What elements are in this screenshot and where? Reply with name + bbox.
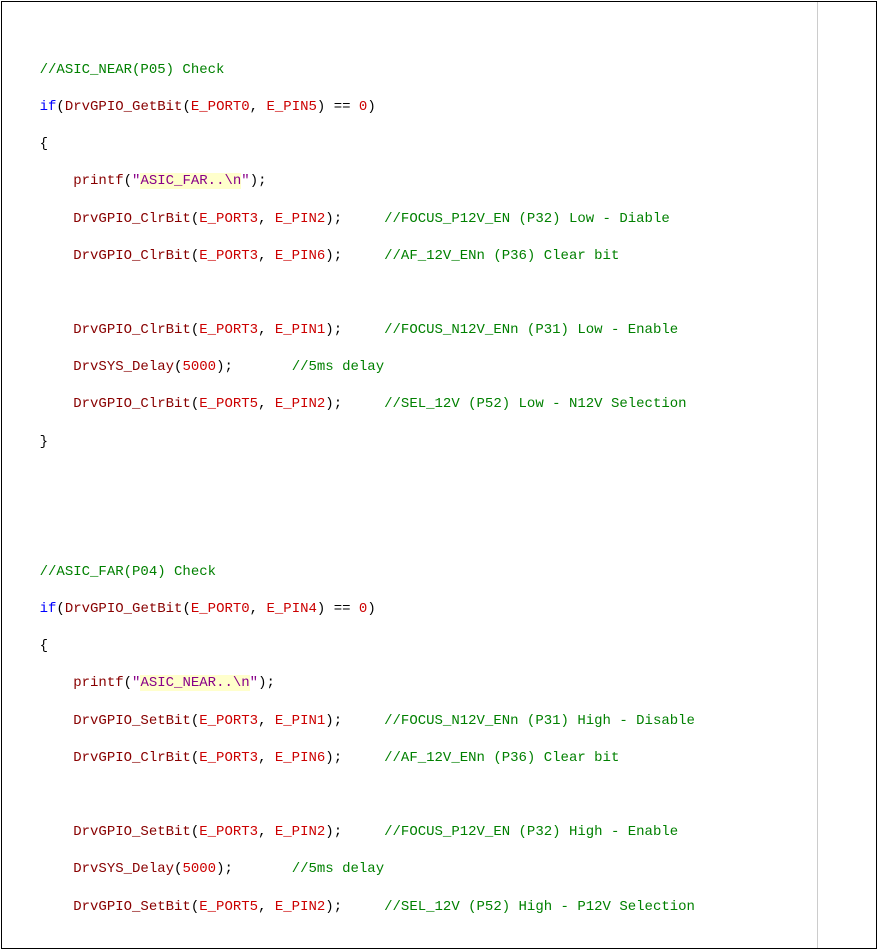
code-line: DrvGPIO_SetBit(E_PORT3, E_PIN2); //FOCUS…: [6, 823, 876, 842]
code-line: [6, 507, 876, 526]
code-line: //ASIC_FAR(P04) Check: [6, 563, 876, 582]
arg: E_PIN5: [266, 99, 316, 115]
string-literal: ASIC_FAR..\n: [140, 173, 241, 189]
comment: //SEL_12V (P52) Low - N12V Selection: [384, 396, 686, 412]
print-margin-ruler: [817, 2, 818, 948]
code-line: DrvSYS_Delay(5000); //5ms delay: [6, 358, 876, 377]
comment: //ASIC_NEAR(P05) Check: [40, 62, 225, 78]
comment: //SEL_12V (P52) High - P12V Selection: [384, 899, 695, 915]
code-line: DrvGPIO_ClrBit(E_PORT5, E_PIN2); //SEL_1…: [6, 395, 876, 414]
function-call: DrvGPIO_ClrBit: [73, 211, 191, 227]
function-call: DrvGPIO_SetBit: [73, 713, 191, 729]
code-line: DrvGPIO_ClrBit(E_PORT3, E_PIN1); //FOCUS…: [6, 321, 876, 340]
code-line: DrvGPIO_ClrBit(E_PORT3, E_PIN6); //AF_12…: [6, 247, 876, 266]
arg: E_PORT0: [191, 99, 250, 115]
comment: //AF_12V_ENn (P36) Clear bit: [384, 248, 619, 264]
code-line: //ASIC_NEAR(P05) Check: [6, 61, 876, 80]
function-call: printf: [73, 173, 123, 189]
code-line: [6, 470, 876, 489]
comment: //ASIC_FAR(P04) Check: [40, 564, 216, 580]
code-line: [6, 284, 876, 303]
function-call: DrvGPIO_ClrBit: [73, 248, 191, 264]
function-call: DrvGPIO_GetBit: [65, 99, 183, 115]
comment: //FOCUS_P12V_EN (P32) Low - Diable: [384, 211, 670, 227]
code-line: {: [6, 637, 876, 656]
code-line: DrvSYS_Delay(5000); //5ms delay: [6, 860, 876, 879]
code-line: DrvGPIO_SetBit(E_PORT3, E_PIN1); //FOCUS…: [6, 712, 876, 731]
keyword-if: if: [40, 601, 57, 617]
function-call: DrvGPIO_GetBit: [65, 601, 183, 617]
code-line: if(DrvGPIO_GetBit(E_PORT0, E_PIN4) == 0): [6, 600, 876, 619]
function-call: DrvSYS_Delay: [73, 359, 174, 375]
code-line: [6, 935, 876, 949]
function-call: DrvGPIO_ClrBit: [73, 750, 191, 766]
code-line: DrvGPIO_SetBit(E_PORT5, E_PIN2); //SEL_1…: [6, 898, 876, 917]
code-line: DrvGPIO_ClrBit(E_PORT3, E_PIN6); //AF_12…: [6, 749, 876, 768]
code-editor[interactable]: //ASIC_NEAR(P05) Check if(DrvGPIO_GetBit…: [1, 1, 877, 949]
function-call: DrvSYS_Delay: [73, 861, 174, 877]
code-line: DrvGPIO_ClrBit(E_PORT3, E_PIN2); //FOCUS…: [6, 210, 876, 229]
code-line: [6, 786, 876, 805]
function-call: DrvGPIO_ClrBit: [73, 396, 191, 412]
code-line: }: [6, 433, 876, 452]
comment: //5ms delay: [292, 861, 384, 877]
function-call: DrvGPIO_SetBit: [73, 899, 191, 915]
comment: //FOCUS_N12V_ENn (P31) Low - Enable: [384, 322, 678, 338]
code-line: printf("ASIC_FAR..\n");: [6, 172, 876, 191]
comment: //AF_12V_ENn (P36) Clear bit: [384, 750, 619, 766]
comment: //FOCUS_N12V_ENn (P31) High - Disable: [384, 713, 695, 729]
comment: //FOCUS_P12V_EN (P32) High - Enable: [384, 824, 678, 840]
string-literal: ASIC_NEAR..\n: [140, 675, 249, 691]
code-line: {: [6, 135, 876, 154]
code-line: if(DrvGPIO_GetBit(E_PORT0, E_PIN5) == 0): [6, 98, 876, 117]
code-line: printf("ASIC_NEAR..\n");: [6, 674, 876, 693]
function-call: printf: [73, 675, 123, 691]
comment: //5ms delay: [292, 359, 384, 375]
keyword-if: if: [40, 99, 57, 115]
function-call: DrvGPIO_ClrBit: [73, 322, 191, 338]
function-call: DrvGPIO_SetBit: [73, 824, 191, 840]
